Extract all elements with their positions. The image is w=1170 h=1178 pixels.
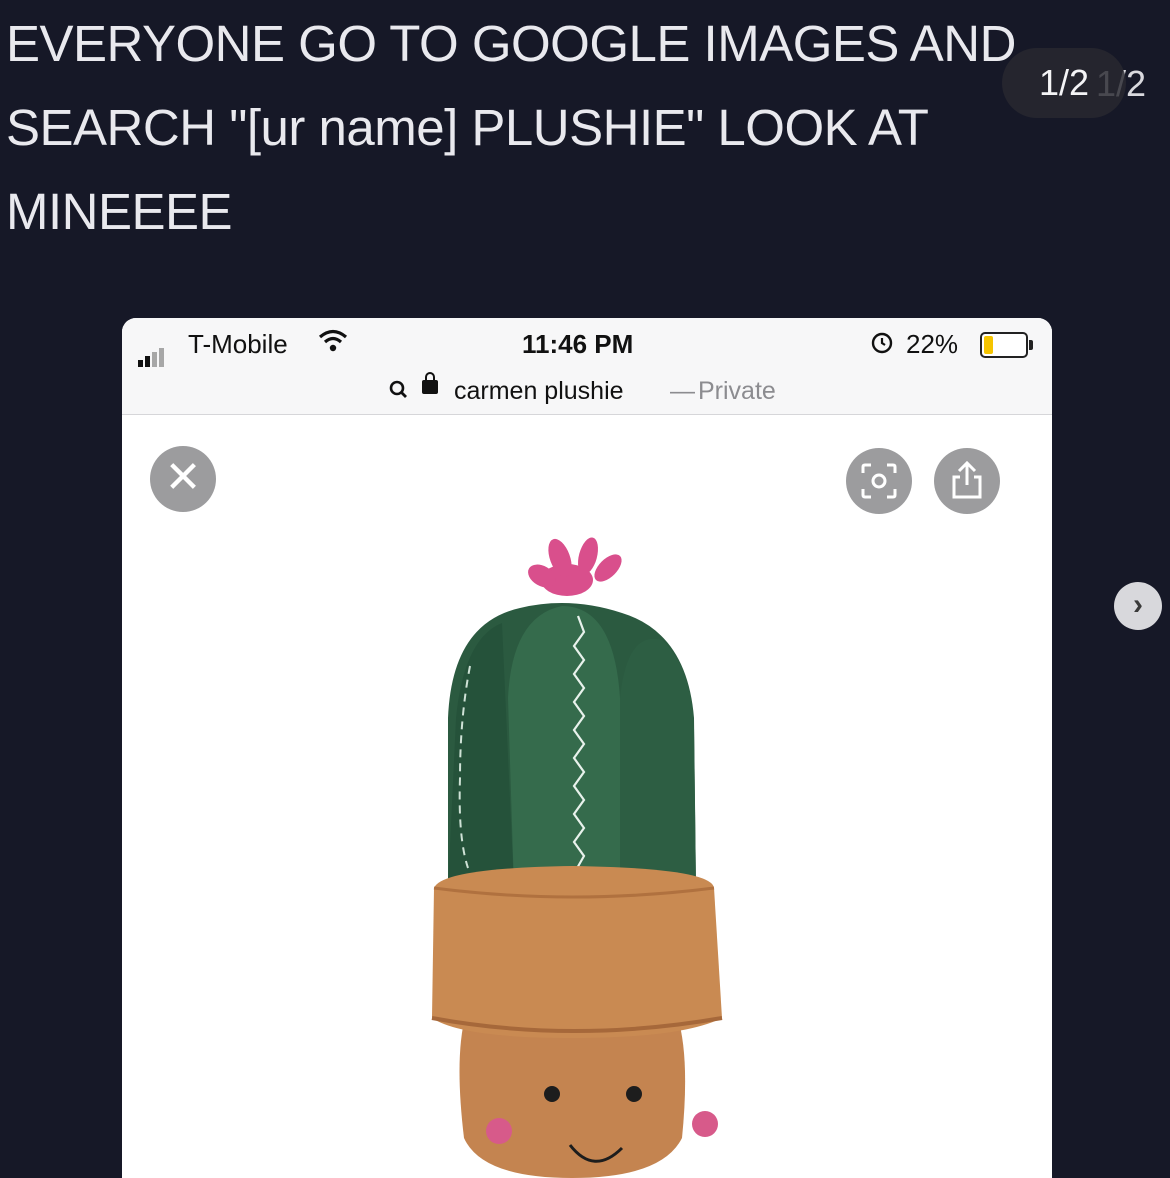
wifi-icon: [318, 328, 348, 361]
status-time: 11:46 PM: [522, 329, 634, 359]
search-icon: [388, 375, 410, 409]
share-icon[interactable]: [934, 448, 1000, 514]
page-indicator: 1/2: [1002, 48, 1126, 118]
signal-icon: [138, 336, 166, 367]
phone-screenshot: T-Mobile 11:46 PM 22% carmen plushie — P…: [122, 318, 1052, 1178]
lock-icon: [422, 372, 438, 394]
close-icon[interactable]: ✕: [150, 446, 216, 512]
battery-icon: [980, 332, 1033, 358]
carrier-name: T-Mobile: [188, 329, 288, 359]
status-bar: T-Mobile 11:46 PM 22%: [122, 318, 1052, 370]
chevron-right-icon[interactable]: ›: [1114, 582, 1162, 630]
flower-pot: [431, 866, 723, 1178]
visual-search-icon[interactable]: [846, 448, 912, 514]
private-mode-label: Private: [698, 377, 776, 405]
url-query: carmen plushie: [454, 377, 624, 405]
cactus-body: [448, 603, 696, 888]
url-separator: —: [670, 377, 695, 405]
cactus-plushie-image: [122, 418, 1052, 1178]
address-bar[interactable]: carmen plushie — Private: [122, 370, 1052, 415]
alarm-icon: [870, 331, 894, 361]
battery-percent: 22%: [906, 329, 959, 359]
post-caption: EVERYONE GO TO GOOGLE IMAGES AND SEARCH …: [6, 15, 1016, 240]
